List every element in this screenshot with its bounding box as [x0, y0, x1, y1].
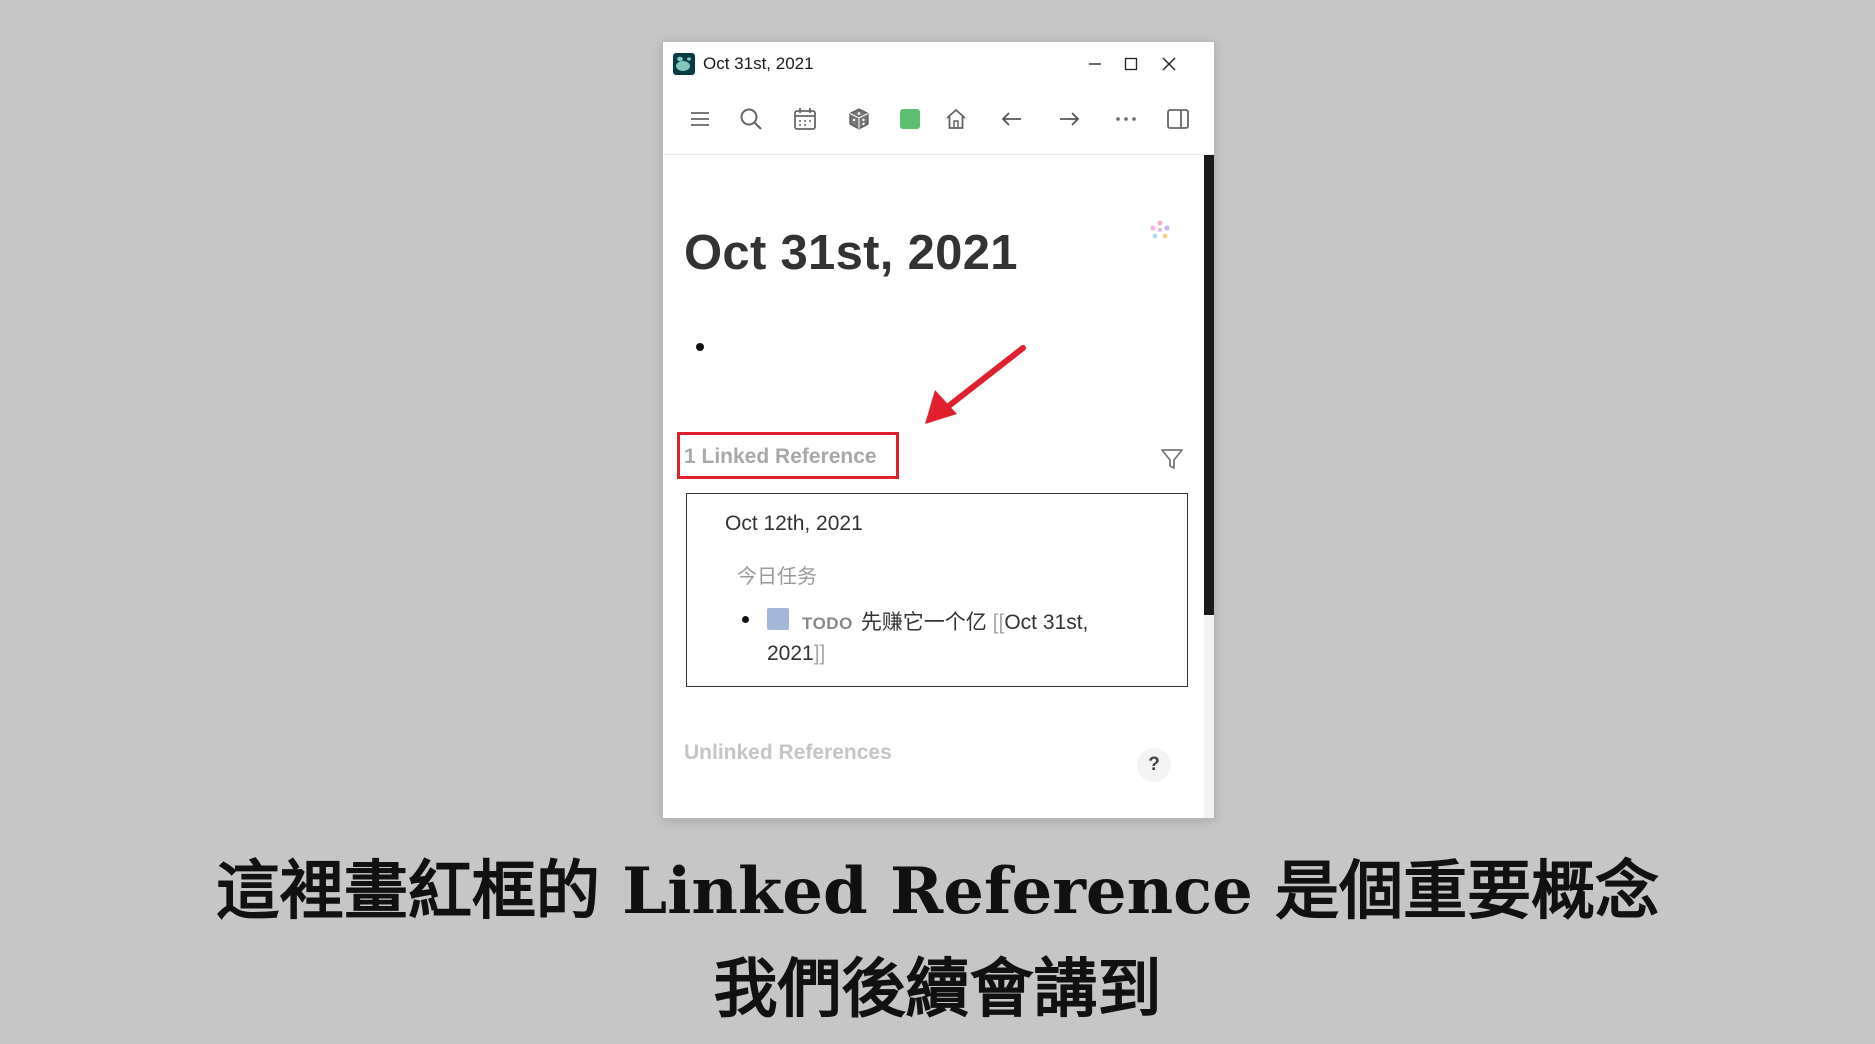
- forward-button[interactable]: [1052, 102, 1086, 136]
- reference-parent-block[interactable]: 今日任务: [737, 560, 817, 589]
- reference-page-link[interactable]: Oct 12th, 2021: [725, 512, 863, 536]
- reference-block-content-wrap[interactable]: 2021]]: [767, 642, 825, 666]
- app-window: Oct 31st, 2021 Oct 31st, 2021 1 Linked R…: [662, 41, 1215, 819]
- link-close-bracket: ]]: [813, 642, 826, 665]
- linked-references-header[interactable]: 1 Linked Reference: [684, 445, 877, 469]
- right-sidebar-toggle[interactable]: [1161, 102, 1195, 136]
- todo-marker[interactable]: TODO: [802, 614, 853, 633]
- maximize-icon: [1124, 57, 1138, 71]
- random-page-button[interactable]: [842, 102, 876, 136]
- unlinked-references-header[interactable]: Unlinked References: [684, 741, 892, 765]
- empty-block-bullet[interactable]: [696, 343, 704, 351]
- menu-button[interactable]: [683, 102, 717, 136]
- reference-block-text: 先赚它一个亿: [860, 611, 987, 634]
- scrollbar-thumb[interactable]: [1204, 155, 1214, 615]
- close-button[interactable]: [1147, 42, 1191, 86]
- page-reference-link[interactable]: Oct 31st,: [1004, 611, 1088, 634]
- arrow-right-icon: [1060, 112, 1080, 126]
- logseq-app-icon: [673, 53, 695, 75]
- filter-icon[interactable]: [1159, 446, 1185, 472]
- linked-reference-card: Oct 12th, 2021 今日任务 TODO 先赚它一个亿 [[Oct 31s…: [686, 493, 1188, 687]
- window-title: Oct 31st, 2021: [703, 54, 814, 73]
- caption-line-1: 這裡畫紅框的 Linked Reference 是個重要概念: [215, 854, 1660, 929]
- help-button[interactable]: ?: [1137, 748, 1171, 782]
- journals-button[interactable]: [788, 102, 822, 136]
- plugin-button[interactable]: [893, 102, 927, 136]
- search-icon: [740, 108, 762, 130]
- toolbar: [663, 86, 1214, 152]
- green-square-icon: [900, 109, 920, 129]
- menu-icon: [691, 112, 709, 126]
- search-button[interactable]: [734, 102, 768, 136]
- title-bar: Oct 31st, 2021: [663, 42, 1214, 86]
- page-title[interactable]: Oct 31st, 2021: [684, 225, 1018, 281]
- minimize-icon: [1089, 63, 1101, 65]
- home-icon: [946, 108, 966, 129]
- todo-checkbox[interactable]: [767, 608, 789, 630]
- dice-icon: [849, 108, 869, 130]
- sidebar-toggle-icon: [1167, 109, 1189, 129]
- more-icon: [1116, 117, 1136, 121]
- reference-block-content[interactable]: TODO 先赚它一个亿 [[Oct 31st,: [802, 606, 1088, 636]
- reference-block-bullet[interactable]: [742, 616, 749, 623]
- sparkle-icon: [1150, 220, 1170, 239]
- back-button[interactable]: [995, 102, 1029, 136]
- calendar-icon: [794, 108, 816, 130]
- link-open-bracket: [[: [992, 611, 1005, 634]
- more-button[interactable]: [1109, 102, 1143, 136]
- red-annotation-arrow-icon: [925, 345, 1026, 424]
- close-icon: [1162, 57, 1176, 71]
- page-reference-link-cont[interactable]: 2021: [767, 642, 814, 665]
- home-button[interactable]: [939, 102, 973, 136]
- arrow-left-icon: [1001, 112, 1021, 126]
- screen: Oct 31st, 2021 Oct 31st, 2021 1 Linked R…: [0, 0, 1875, 1044]
- toolbar-divider: [663, 154, 1214, 155]
- caption-line-2: 我們後續會講到: [713, 952, 1162, 1027]
